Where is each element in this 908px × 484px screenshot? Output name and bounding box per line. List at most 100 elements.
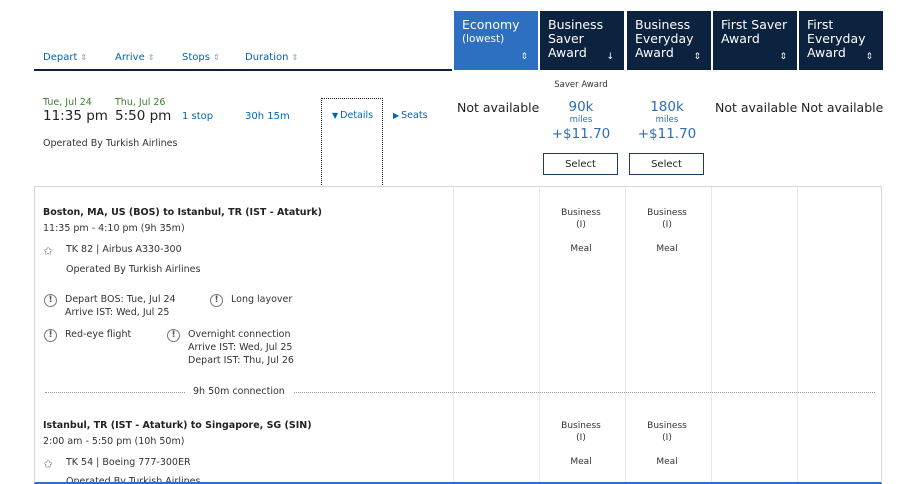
miles-unit: miles: [569, 115, 593, 125]
sort-arrows-icon: ⇕: [291, 53, 299, 62]
miles-amount: 180k: [650, 99, 684, 115]
miles-amount: 90k: [568, 99, 594, 115]
business-everyday-price: 180k miles +$11.70: [626, 100, 708, 143]
fare-code: (I): [576, 433, 586, 443]
miles-unit: miles: [655, 115, 679, 125]
segment-cabin-everyday: Business (I) Meal: [625, 207, 709, 255]
sort-depart-label: Depart: [43, 52, 78, 63]
segment-operated: Operated By Turkish Airlines: [66, 476, 201, 484]
sort-stops[interactable]: Stops ⇕: [182, 52, 220, 63]
details-label: Details: [340, 110, 374, 121]
sort-arrows-icon: ⇕: [212, 53, 220, 62]
sort-arrows-icon: ⇕: [520, 52, 528, 62]
cabin-title: Business Saver Award: [548, 17, 604, 60]
cabin-business-everyday[interactable]: Business Everyday Award ⇕: [627, 11, 711, 70]
cabin-title: Business Everyday Award: [635, 17, 694, 60]
first-saver-fare: Not available: [715, 100, 798, 115]
cabin-class: Business: [561, 421, 601, 431]
cabin-business-saver[interactable]: Business Saver Award ↓: [540, 11, 624, 70]
depart-time: 11:35 pm: [43, 108, 108, 124]
sort-arrows-icon: ⇕: [147, 53, 155, 62]
note-overnight-depart: Depart IST: Thu, Jul 26: [188, 355, 294, 366]
note-red-eye: Red-eye flight: [65, 329, 132, 340]
meal-label: Meal: [656, 244, 678, 254]
details-panel: Boston, MA, US (BOS) to Istanbul, TR (IS…: [34, 186, 882, 484]
segment-cabin-saver: Business (I) Meal: [539, 207, 623, 255]
stops-link[interactable]: 1 stop: [182, 111, 213, 122]
cabin-economy[interactable]: Economy (lowest) ⇕: [454, 11, 538, 70]
dotted-line: [45, 392, 875, 393]
warning-icon: !: [44, 294, 57, 307]
sort-arrows-icon: ⇕: [779, 52, 787, 62]
segment-flight: TK 54 | Boeing 777-300ER: [66, 457, 191, 468]
meal-label: Meal: [656, 457, 678, 467]
note-overnight: Overnight connection: [188, 329, 291, 340]
sort-arrive[interactable]: Arrive ⇕: [115, 52, 154, 63]
triangle-down-icon: ▼: [332, 111, 339, 120]
column-divider: [797, 187, 798, 482]
duration-value: 30h 15m: [245, 111, 290, 122]
segment-cabin-saver: Business (I) Meal: [539, 420, 623, 468]
taxes-fee: +$11.70: [637, 126, 697, 142]
sort-arrows-icon: ⇕: [865, 52, 873, 62]
meal-label: Meal: [570, 457, 592, 467]
cabin-title: Economy: [462, 17, 520, 32]
segment-times: 2:00 am - 5:50 pm (10h 50m): [43, 436, 185, 447]
cabin-title: First Everyday Award: [807, 17, 866, 60]
connection-divider: 9h 50m connection: [45, 386, 875, 398]
triangle-right-icon: ▶: [393, 111, 400, 120]
warning-icon: !: [44, 329, 57, 342]
fare-code: (I): [576, 220, 586, 230]
column-divider: [711, 187, 712, 482]
economy-fare: Not available: [457, 100, 540, 115]
cabin-first-saver[interactable]: First Saver Award ⇕: [713, 11, 797, 70]
fare-code: (I): [662, 433, 672, 443]
seats-label: Seats: [401, 110, 428, 121]
segment-times: 11:35 pm - 4:10 pm (9h 35m): [43, 223, 185, 234]
note-overnight-arrive: Arrive IST: Wed, Jul 25: [188, 342, 293, 353]
sort-arrows-icon: ⇕: [693, 52, 701, 62]
select-business-everyday-button[interactable]: Select: [629, 153, 704, 175]
star-alliance-icon: ✩: [43, 244, 54, 258]
cabin-class: Business: [647, 208, 687, 218]
note-arrive: Arrive IST: Wed, Jul 25: [65, 307, 170, 318]
arrive-time: 5:50 pm: [115, 108, 172, 124]
warning-icon: !: [210, 294, 223, 307]
sort-stops-label: Stops: [182, 52, 210, 63]
sort-arrows-icon: ⇕: [80, 53, 88, 62]
details-toggle[interactable]: ▼ Details: [332, 110, 373, 121]
cabin-subtitle: (lowest): [462, 33, 505, 45]
segment-route: Boston, MA, US (BOS) to Istanbul, TR (IS…: [43, 207, 322, 218]
seats-toggle[interactable]: ▶ Seats: [393, 110, 428, 121]
note-long-layover: Long layover: [231, 294, 293, 305]
cabin-class: Business: [647, 421, 687, 431]
sort-duration-label: Duration: [245, 52, 289, 63]
depart-date: Tue, Jul 24: [43, 97, 92, 108]
select-business-saver-button[interactable]: Select: [543, 153, 618, 175]
segment-route: Istanbul, TR (IST - Ataturk) to Singapor…: [43, 420, 312, 431]
sort-header: Depart ⇕ Arrive ⇕ Stops ⇕ Duration ⇕: [34, 0, 452, 71]
connection-time: 9h 50m connection: [185, 386, 293, 397]
taxes-fee: +$11.70: [551, 126, 611, 142]
star-alliance-icon: ✩: [43, 457, 54, 471]
cabin-class: Business: [561, 208, 601, 218]
sort-duration[interactable]: Duration ⇕: [245, 52, 298, 63]
sort-down-icon: ↓: [606, 52, 614, 62]
fare-code: (I): [662, 220, 672, 230]
sort-depart[interactable]: Depart ⇕: [43, 52, 87, 63]
business-saver-price: 90k miles +$11.70: [540, 100, 622, 143]
first-everyday-fare: Not available: [801, 100, 884, 115]
operated-by: Operated By Turkish Airlines: [43, 138, 178, 149]
arrive-date: Thu, Jul 26: [115, 97, 166, 108]
note-depart: Depart BOS: Tue, Jul 24: [65, 294, 176, 305]
warning-icon: !: [167, 329, 180, 342]
segment-flight: TK 82 | Airbus A330-300: [66, 244, 182, 255]
saver-award-label: Saver Award: [554, 80, 608, 90]
sort-arrive-label: Arrive: [115, 52, 145, 63]
segment-operated: Operated By Turkish Airlines: [66, 264, 201, 275]
cabin-title: First Saver Award: [721, 17, 788, 46]
cabin-first-everyday[interactable]: First Everyday Award ⇕: [799, 11, 883, 70]
segment-cabin-everyday: Business (I) Meal: [625, 420, 709, 468]
meal-label: Meal: [570, 244, 592, 254]
column-divider: [453, 187, 454, 482]
